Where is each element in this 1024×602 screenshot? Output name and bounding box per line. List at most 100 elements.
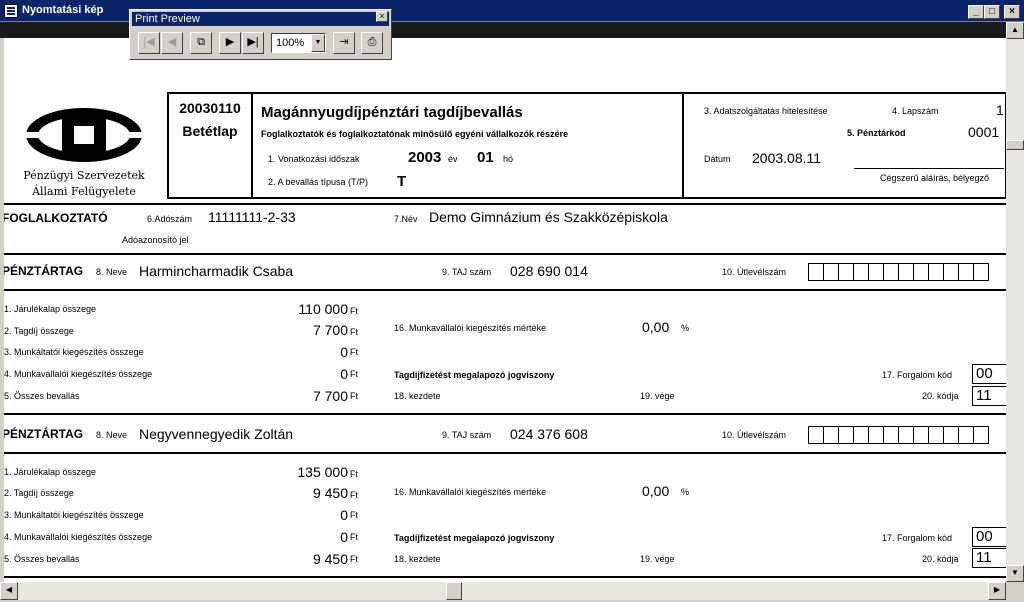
- employer-name-value: Demo Gimnázium és Szakközépiskola: [429, 209, 668, 225]
- relation-code-value: 11: [972, 386, 1006, 406]
- field-17-label: 17. Forgalom kód: [882, 533, 953, 543]
- period-year-unit: év: [448, 154, 458, 164]
- relation-code-value: 11: [972, 548, 1006, 568]
- currency-unit: Ft: [350, 391, 358, 401]
- field-1-label: 1. Járulékalap összege: [4, 304, 97, 314]
- print-icon[interactable]: ⎙: [361, 32, 383, 54]
- horizontal-scrollbar[interactable]: ◀ ▶: [0, 582, 1006, 600]
- chevron-down-icon[interactable]: ▼: [311, 34, 325, 52]
- print-preview-title[interactable]: Print Preview: [132, 12, 389, 26]
- first-page-icon[interactable]: |◀: [138, 32, 160, 54]
- scroll-left-icon[interactable]: ◀: [0, 582, 18, 600]
- traffic-code-value: 00: [972, 364, 1006, 384]
- period-month: 01: [477, 149, 494, 166]
- two-page-icon[interactable]: ⧉: [190, 32, 212, 54]
- period-month-unit: hó: [503, 154, 514, 164]
- org-name-line1: Pénzügyi Szervezetek: [23, 169, 145, 182]
- scroll-down-icon[interactable]: ▼: [1006, 565, 1024, 582]
- field-3-value: 0: [340, 507, 348, 523]
- currency-unit: Ft: [350, 532, 358, 542]
- scroll-up-icon[interactable]: ▲: [1006, 22, 1024, 39]
- currency-unit: Ft: [350, 469, 358, 479]
- close-button[interactable]: ×: [1004, 5, 1020, 19]
- zoom-value: 100%: [276, 37, 305, 49]
- currency-unit: Ft: [350, 306, 358, 316]
- field-16-value: 0,00: [642, 483, 670, 499]
- report-page: Pénzügyi Szervezetek Állami Felügyelete …: [4, 38, 1006, 582]
- field-1-label: 1. Járulékalap összege: [4, 467, 97, 477]
- scroll-right-icon[interactable]: ▶: [988, 582, 1006, 600]
- taj-label: 9. TAJ szám: [442, 430, 492, 440]
- horizontal-scroll-thumb[interactable]: [446, 582, 462, 600]
- field-4-label: 4. Munkavállalói kiegészítés összege: [4, 532, 153, 542]
- psz-logo-icon: [24, 108, 144, 162]
- scroll-corner: [1006, 582, 1024, 602]
- field-3-value: 0: [340, 344, 348, 360]
- fund-code-label: 5. Pénztárkód: [847, 128, 906, 138]
- fund-code-value: 0001: [968, 124, 1000, 140]
- member-section-title: PÉNZTÁRTAG: [4, 427, 84, 441]
- org-name-line2: Állami Felügyelete: [32, 185, 136, 198]
- previous-page-icon[interactable]: ◀: [161, 32, 183, 54]
- tax-number-label: 6.Adószám: [147, 214, 193, 224]
- page-number-label: 4. Lapszám: [892, 106, 939, 116]
- passport-label: 10. Útlevélszám: [722, 430, 787, 440]
- period-label: 1. Vonatkozási időszak: [268, 154, 360, 164]
- field-2-label: 2. Tagdíj összege: [4, 488, 74, 498]
- employer-section-title: FOGLALKOZTATÓ: [4, 211, 108, 225]
- exit-preview-icon[interactable]: ⇥: [333, 32, 355, 54]
- member-name-label: 8. Neve: [96, 267, 128, 277]
- field-18-label: 18. kezdete: [394, 391, 441, 401]
- print-preview-toolbar[interactable]: Print Preview × |◀ ◀ ⧉ ▶ ▶| 100% ▼ ⇥ ⎙: [129, 9, 392, 60]
- passport-boxes: [808, 426, 989, 444]
- vertical-scroll-thumb[interactable]: [1006, 140, 1024, 150]
- taj-value: 028 690 014: [510, 263, 588, 279]
- relation-label: Tagdíjfizetést megalapozó jogviszony: [394, 533, 555, 543]
- field-19-label: 19. vége: [640, 554, 675, 564]
- date-value: 2003.08.11: [752, 150, 822, 166]
- taj-label: 9. TAJ szám: [442, 267, 492, 277]
- print-preview-close-button[interactable]: ×: [376, 11, 388, 22]
- field-5-value: 7 700: [312, 388, 348, 404]
- field-2-value: 9 450: [312, 485, 348, 501]
- maximize-button[interactable]: □: [984, 5, 1000, 19]
- field-3-label: 3. Munkáltatói kiegészítés összege: [4, 347, 144, 357]
- field-16-value: 0,00: [642, 319, 670, 335]
- passport-label: 10. Útlevélszám: [722, 267, 787, 277]
- member-name-value: Negyvennegyedik Zoltán: [139, 426, 294, 442]
- zoom-select[interactable]: 100% ▼: [271, 33, 326, 53]
- period-year: 2003: [408, 149, 442, 166]
- field-20-label: 20. kódja: [922, 554, 959, 564]
- field-4-label: 4. Munkavállalói kiegészítés összege: [4, 369, 153, 379]
- field-20-label: 20. kódja: [922, 391, 959, 401]
- currency-unit: Ft: [350, 510, 358, 520]
- vertical-scrollbar[interactable]: ▲ ▼: [1006, 22, 1024, 582]
- app-icon[interactable]: [4, 4, 18, 18]
- currency-unit: Ft: [350, 490, 358, 500]
- taj-value: 024 376 608: [510, 426, 588, 442]
- currency-unit: Ft: [350, 327, 358, 337]
- field-4-value: 0: [340, 366, 348, 382]
- form-title: Magánnyugdíjpénztári tagdíjbevallás: [261, 104, 523, 121]
- minimize-button[interactable]: _: [968, 5, 984, 19]
- declaration-type-value: T: [397, 173, 407, 190]
- member-name-label: 8. Neve: [96, 430, 128, 440]
- field-1-value: 110 000: [298, 301, 348, 317]
- field-18-label: 18. kezdete: [394, 554, 441, 564]
- page-number-value: 1: [996, 102, 1004, 118]
- tax-number-value: 11111111-2-33: [208, 209, 296, 225]
- field-4-value: 0: [340, 529, 348, 545]
- member-name-value: Harmincharmadik Csaba: [139, 263, 294, 279]
- next-page-icon[interactable]: ▶: [219, 32, 241, 54]
- signature-label: Cégszerű aláírás, bélyegző: [880, 173, 990, 183]
- field-2-value: 7 700: [312, 322, 348, 338]
- auth-label: 3. Adatszolgáltatás hitelesítése: [704, 106, 828, 116]
- window-title: Nyomtatási kép: [22, 4, 104, 16]
- employer-name-label: 7.Név: [394, 214, 418, 224]
- date-label: Dátum: [704, 154, 731, 164]
- field-19-label: 19. vége: [640, 391, 675, 401]
- percent-unit: %: [681, 323, 690, 333]
- last-page-icon[interactable]: ▶|: [242, 32, 264, 54]
- field-5-label: 5. Összes bevallás: [4, 391, 80, 401]
- currency-unit: Ft: [350, 347, 358, 357]
